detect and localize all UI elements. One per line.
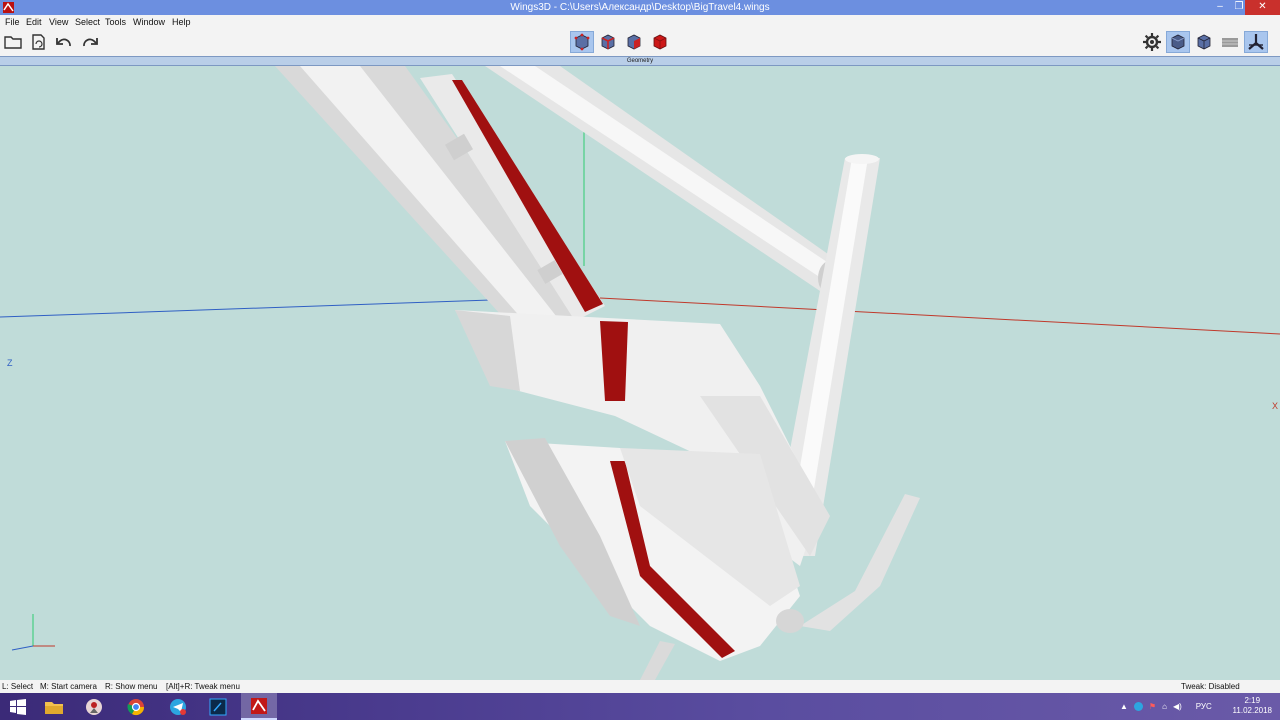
axes-icon [1248, 34, 1264, 50]
mode-label: Geometry [626, 58, 654, 64]
tweak-status: Tweak: Disabled [1181, 682, 1240, 691]
tray-expand-icon[interactable]: ▲ [1120, 702, 1128, 711]
face-select-mode[interactable] [622, 31, 646, 53]
hint-select: L: Select [2, 682, 34, 691]
ground-plane-icon [1222, 38, 1238, 47]
clock-date: 11.02.2018 [1232, 706, 1272, 715]
volume-icon[interactable]: ◀) [1173, 702, 1182, 711]
photoshop-icon [209, 698, 227, 715]
redo-button[interactable] [78, 31, 102, 53]
open-folder-icon [4, 36, 22, 49]
menu-help[interactable]: Help [172, 16, 191, 28]
x-axis-label: X [1272, 401, 1279, 411]
smooth-shading-button[interactable] [1166, 31, 1190, 53]
3d-viewport[interactable]: Z X [0, 66, 1280, 680]
axes-toggle-button[interactable] [1244, 31, 1268, 53]
chrome-icon [127, 698, 145, 715]
scene-render [0, 66, 1280, 680]
flat-shading-button[interactable] [1192, 31, 1216, 53]
status-bar: L: Select M: Start camera R: Show menu [… [0, 680, 1280, 693]
wings3d-taskbar-icon [251, 697, 267, 714]
vertex-cube-icon [574, 33, 590, 51]
flat-cube-icon [1197, 34, 1211, 50]
edge-cube-icon [601, 34, 615, 50]
window-title: Wings3D - C:\Users\Александр\Desktop\Big… [510, 2, 770, 13]
hint-camera: M: Start camera [40, 682, 97, 691]
mode-strip: Geometry [0, 56, 1280, 66]
redo-icon [83, 38, 98, 47]
menu-file[interactable]: File [5, 16, 20, 28]
vertex-select-mode[interactable] [570, 31, 594, 53]
tray-app-icon[interactable] [1133, 702, 1143, 711]
windows-logo-icon [10, 698, 26, 715]
telegram-button[interactable] [160, 693, 196, 720]
title-bar: Wings3D - C:\Users\Александр\Desktop\Big… [0, 0, 1280, 15]
z-axis-label: Z [7, 358, 13, 368]
start-button[interactable] [0, 693, 36, 720]
menu-tools[interactable]: Tools [105, 16, 126, 28]
z-axis-line [0, 298, 521, 318]
body-select-mode[interactable] [648, 31, 672, 53]
clock-time: 2:19 [1244, 696, 1261, 705]
menu-window[interactable]: Window [133, 16, 165, 28]
wings3d-taskbar-button[interactable] [241, 693, 277, 720]
body-cube-icon [653, 34, 667, 50]
close-button[interactable]: ✕ [1245, 0, 1280, 15]
photoshop-button[interactable] [200, 693, 236, 720]
open-folder-button[interactable] [1, 31, 25, 53]
folder-icon [45, 701, 63, 714]
chrome-button[interactable] [118, 693, 154, 720]
preferences-button[interactable] [1140, 31, 1164, 53]
file-explorer-button[interactable] [36, 693, 72, 720]
hint-menu: R: Show menu [105, 682, 158, 691]
edge-select-mode[interactable] [596, 31, 620, 53]
undo-button[interactable] [52, 31, 76, 53]
windows-taskbar: ▲ ⚑ ⌂ ◀) РУС 2:19 11.02.2018 [0, 693, 1280, 720]
smooth-cube-icon [1171, 34, 1185, 50]
gizmo-z [11, 645, 34, 651]
import-button[interactable] [26, 31, 50, 53]
telegram-icon [170, 698, 186, 715]
ground-plane-button[interactable] [1218, 31, 1242, 53]
menu-edit[interactable]: Edit [26, 16, 42, 28]
undo-icon [56, 38, 71, 47]
tray-warning-icon[interactable]: ⚑ [1149, 702, 1156, 711]
app-icon-2 [86, 698, 102, 715]
language-indicator[interactable]: РУС [1196, 702, 1212, 711]
face-cube-icon [627, 34, 641, 50]
gear-icon [1143, 33, 1161, 51]
menu-select[interactable]: Select [75, 16, 100, 28]
app-2-button[interactable] [76, 693, 112, 720]
hint-tweak-menu: [Alt]+R: Tweak menu [166, 682, 240, 691]
menu-view[interactable]: View [49, 16, 68, 28]
system-tray: ▲ ⚑ ⌂ ◀) РУС [1120, 693, 1212, 720]
clock[interactable]: 2:19 11.02.2018 [1233, 696, 1272, 716]
menu-bar: File Edit View Select Tools Window Help [0, 15, 1280, 29]
toolbar [0, 29, 1280, 56]
import-icon [32, 34, 45, 50]
network-icon[interactable]: ⌂ [1162, 702, 1167, 711]
